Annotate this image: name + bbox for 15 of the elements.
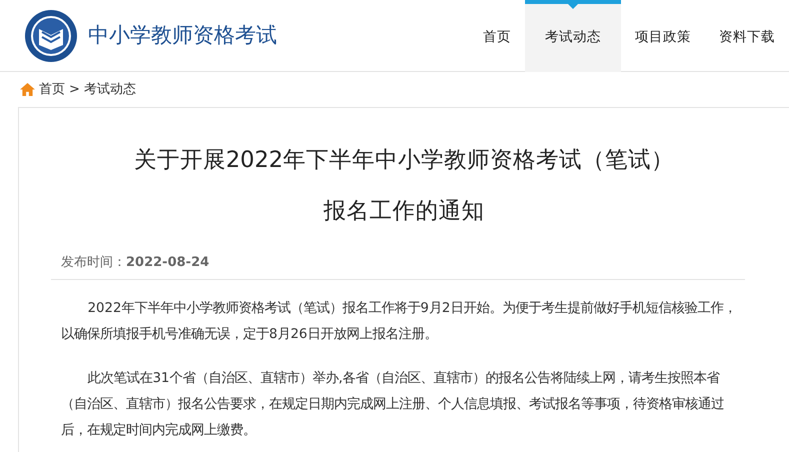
breadcrumb-link[interactable]: 考试动态 [84,80,136,100]
article-paragraph: 此次笔试在31个省（自治区、直辖市）举办,各省（自治区、直辖市）的报名公告将陆续上网，请考生按照本省（自治区、直辖市）报名公告要求，在规定日期内完成网上注册、个人信息填报、考试报名等事项，待资格审核通过后，在规定时间内完成网上缴费。 [61,370,725,440]
nav-tab[interactable]: 项目政策 [621,0,705,72]
nav-tab[interactable]: 首页 [469,0,525,72]
home-icon [20,83,35,96]
article-paragraph: 2022年下半年中小学教师资格考试（笔试）报名工作将于9月2日开始。为便于考生提前做好手机短信核验工作，以确保所填报手机号准确无误，定于8月26日开放网上报名注册。 [61,300,738,344]
nav-tab[interactable]: 资料下载 [705,0,789,72]
site-title: 中小学教师资格考试 [88,22,277,49]
breadcrumb-separator: > [69,80,80,99]
article-title: 关于开展2022年下半年中小学教师资格考试（笔试） [132,146,676,175]
article-title: 报名工作的通知 [322,197,486,226]
nav-tab[interactable]: 考试动态 [525,0,621,72]
publish-date: 发布时间：2022-08-24 [51,253,745,280]
breadcrumb-link[interactable]: 首页 [39,80,65,100]
logo-icon [24,8,78,62]
